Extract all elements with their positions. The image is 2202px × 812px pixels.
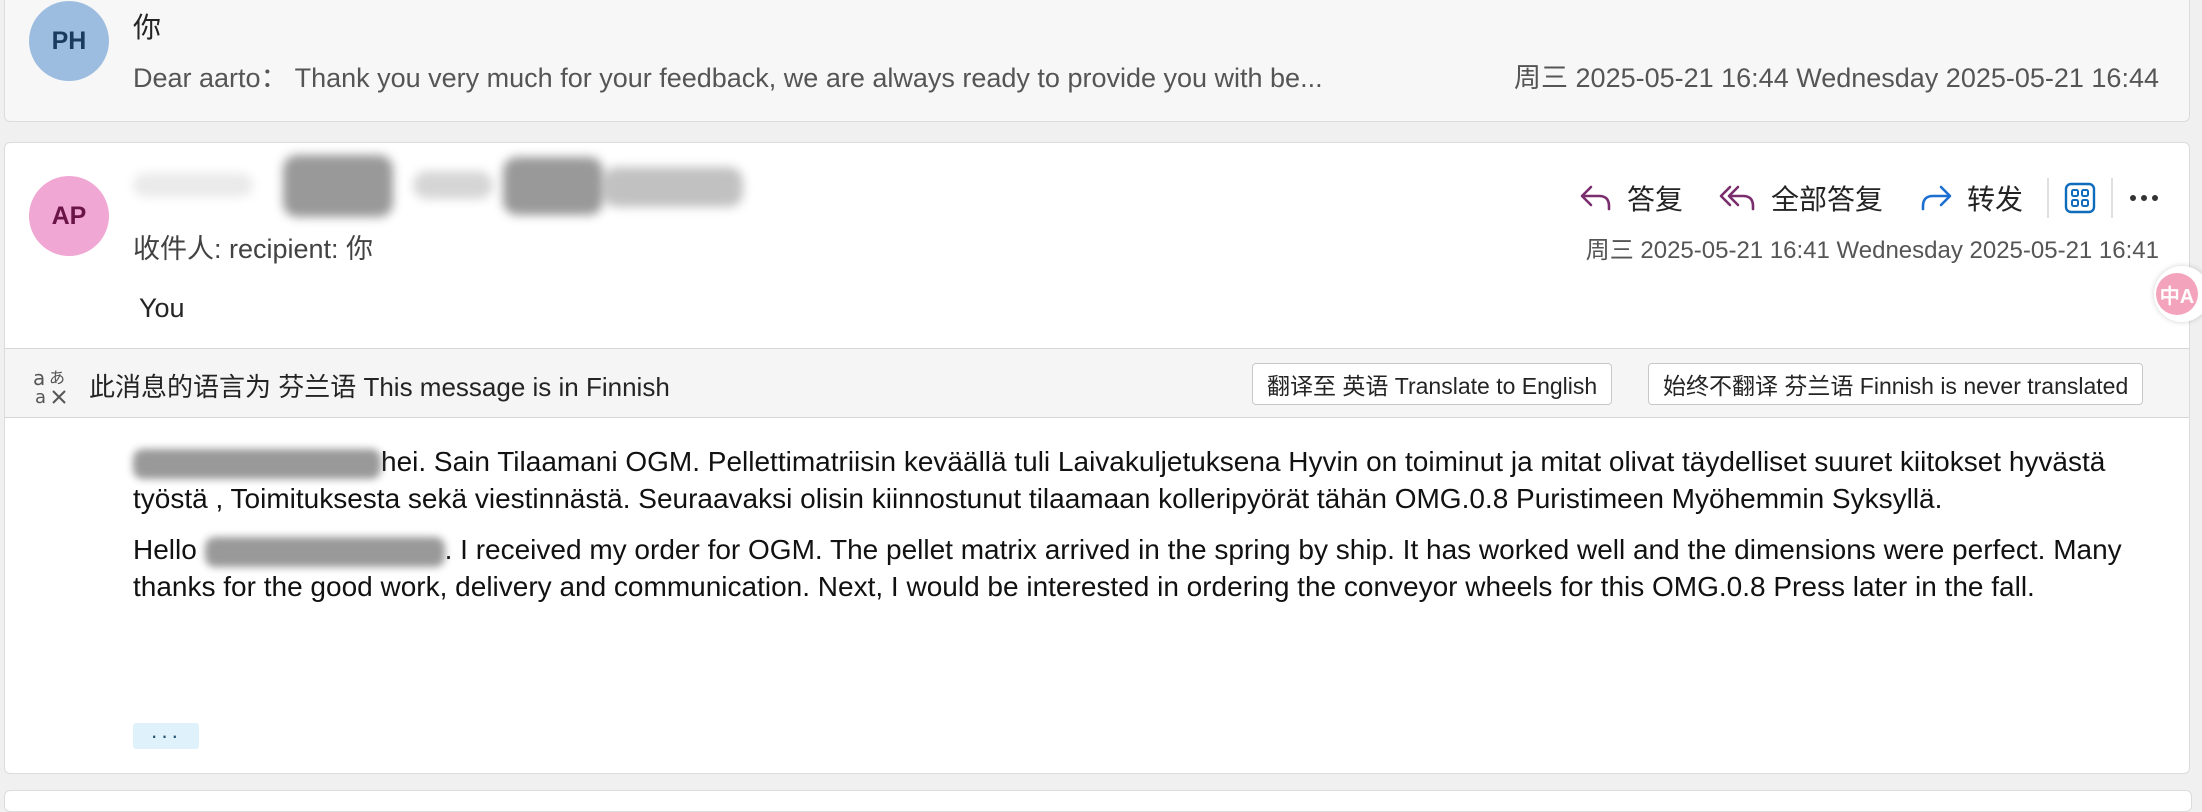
- english-paragraph: Hello . I received my order for OGM. The…: [133, 531, 2143, 605]
- message-date: 周三 2025-05-21 16:41 Wednesday 2025-05-21…: [1585, 237, 2159, 264]
- message-body: hei. Sain Tilaamani OGM. Pellettimatriis…: [133, 443, 2143, 619]
- english-prefix: Hello: [133, 534, 205, 565]
- show-more-button[interactable]: ···: [133, 723, 199, 749]
- avatar: PH: [29, 1, 109, 81]
- reply-all-label: 全部答复: [1770, 184, 1883, 215]
- next-message-card: [4, 790, 2192, 812]
- reply-all-icon: [1719, 185, 1755, 211]
- svg-text:a: a: [35, 387, 46, 405]
- message-card-expanded: AP 收件人: recipient: 你 You 答复 全部答复 转发 周三 2…: [4, 142, 2190, 774]
- reply-button[interactable]: 答复: [1561, 178, 1701, 218]
- recipient-you: You: [139, 293, 185, 323]
- translate-widget-icon: 中A: [2156, 273, 2198, 315]
- translation-bar: aあa 此消息的语言为 芬兰语 This message is in Finni…: [5, 348, 2189, 418]
- divider: [2047, 178, 2049, 218]
- forward-button[interactable]: 转发: [1901, 178, 2041, 218]
- reply-icon: [1580, 185, 1611, 211]
- apps-button[interactable]: [2055, 173, 2105, 223]
- finnish-paragraph: hei. Sain Tilaamani OGM. Pellettimatriis…: [133, 443, 2143, 517]
- message-date: 周三 2025-05-21 16:44 Wednesday 2025-05-21…: [1514, 63, 2159, 93]
- translate-button[interactable]: 翻译至 英语 Translate to English: [1252, 363, 1613, 405]
- svg-text:あ: あ: [49, 368, 65, 387]
- translate-icon: aあa: [31, 365, 75, 410]
- avatar: AP: [29, 176, 109, 256]
- forward-label: 转发: [1966, 184, 2023, 215]
- message-preview: Dear aarto： Thank you very much for your…: [133, 63, 1323, 93]
- message-actions: 答复 全部答复 转发: [1561, 173, 2169, 223]
- sender-name: 你: [133, 12, 162, 43]
- reply-label: 答复: [1626, 184, 1683, 215]
- recipient-line: 收件人: recipient: 你: [133, 234, 374, 264]
- more-actions-button[interactable]: [2119, 173, 2169, 223]
- apps-grid-icon: [2064, 182, 2096, 214]
- redacted-name: [133, 448, 381, 479]
- reply-all-button[interactable]: 全部答复: [1701, 178, 1901, 218]
- sender-name-redacted: [133, 153, 743, 221]
- more-horizontal-icon: [2130, 195, 2158, 201]
- translation-notice: 此消息的语言为 芬兰语 This message is in Finnish: [89, 372, 670, 402]
- forward-icon: [1921, 185, 1952, 211]
- redacted-name: [204, 536, 445, 567]
- side-translate-widget[interactable]: 中A: [2154, 266, 2202, 322]
- divider: [2111, 178, 2113, 218]
- message-card-collapsed[interactable]: PH 你 Dear aarto： Thank you very much for…: [4, 0, 2190, 122]
- finnish-text: hei. Sain Tilaamani OGM. Pellettimatriis…: [133, 446, 2106, 514]
- never-translate-button[interactable]: 始终不翻译 芬兰语 Finnish is never translated: [1648, 363, 2144, 405]
